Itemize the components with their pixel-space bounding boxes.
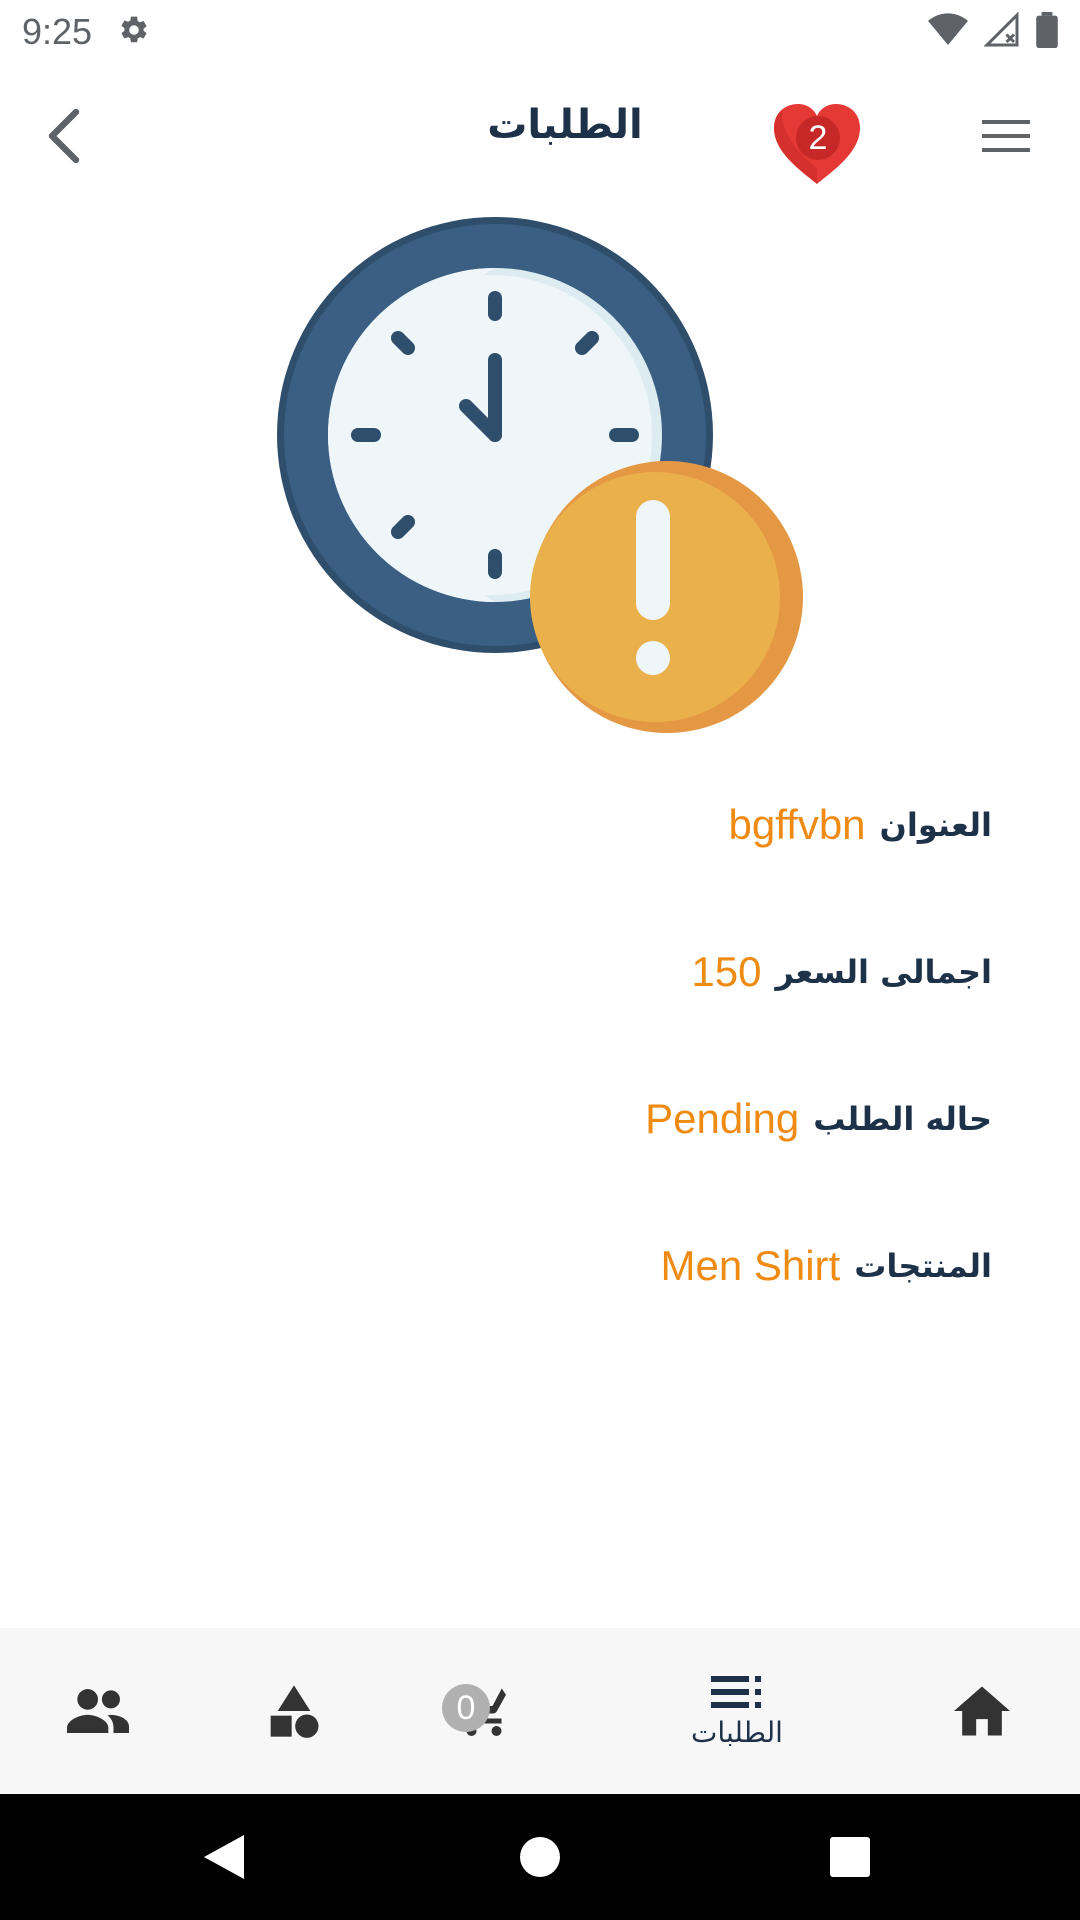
address-value: bgffvbn	[728, 801, 866, 848]
system-back-button[interactable]	[194, 1827, 254, 1887]
orders-screen: 9:25 الطلبات 2 العنوان bgffvbn اجمالى ال…	[0, 0, 1080, 1920]
cart-count-badge: 0	[442, 1684, 490, 1732]
favorites-button[interactable]: 2	[770, 100, 864, 188]
wifi-icon	[928, 12, 968, 52]
people-icon	[67, 1689, 129, 1733]
hamburger-menu-icon	[982, 120, 1030, 152]
status-left: 9:25	[22, 11, 150, 53]
system-home-button[interactable]	[510, 1827, 570, 1887]
top-app-bar: الطلبات 2	[0, 80, 1080, 192]
order-status-label: حاله الطلب	[813, 1100, 992, 1138]
status-right	[928, 10, 1058, 52]
products-label: المنتجات	[854, 1247, 992, 1285]
total-price-label: اجمالى السعر	[775, 953, 992, 991]
nav-item-orders[interactable]: الطلبات	[672, 1628, 802, 1794]
orders-list-icon	[711, 1675, 761, 1708]
status-bar: 9:25	[0, 0, 1080, 63]
nav-item-users[interactable]	[48, 1628, 148, 1794]
categories-shapes-icon	[270, 1685, 319, 1738]
system-recents-button[interactable]	[820, 1827, 880, 1887]
recents-square-icon	[830, 1837, 870, 1877]
address-label: العنوان	[879, 806, 992, 844]
total-price-value: 150	[691, 948, 762, 995]
order-row-total-price: اجمالى السعر 150	[691, 937, 992, 1007]
home-icon	[954, 1686, 1010, 1736]
bottom-navigation: 0 الطلبات	[0, 1628, 1080, 1794]
status-time: 9:25	[22, 10, 93, 52]
gear-icon	[118, 14, 150, 50]
clock-warning-illustration	[270, 210, 810, 750]
nav-item-cart[interactable]: 0	[424, 1628, 544, 1794]
system-navigation-bar	[0, 1794, 1080, 1920]
battery-icon	[1036, 11, 1058, 52]
order-row-products: المنتجات Men Shirt	[660, 1231, 992, 1301]
signal-icon	[983, 10, 1020, 52]
menu-button[interactable]	[978, 116, 1034, 156]
back-triangle-icon	[204, 1835, 244, 1879]
order-status-value: Pending	[645, 1095, 800, 1142]
order-row-address: العنوان bgffvbn	[729, 790, 992, 860]
order-row-status: حاله الطلب Pending	[645, 1084, 992, 1154]
page-title: الطلبات	[487, 102, 643, 148]
home-circle-icon	[520, 1837, 560, 1877]
nav-label-orders: الطلبات	[691, 1715, 783, 1749]
nav-item-home[interactable]	[932, 1628, 1032, 1794]
nav-item-categories[interactable]	[244, 1628, 344, 1794]
products-value: Men Shirt	[660, 1242, 841, 1289]
favorites-count-badge: 2	[796, 116, 840, 160]
